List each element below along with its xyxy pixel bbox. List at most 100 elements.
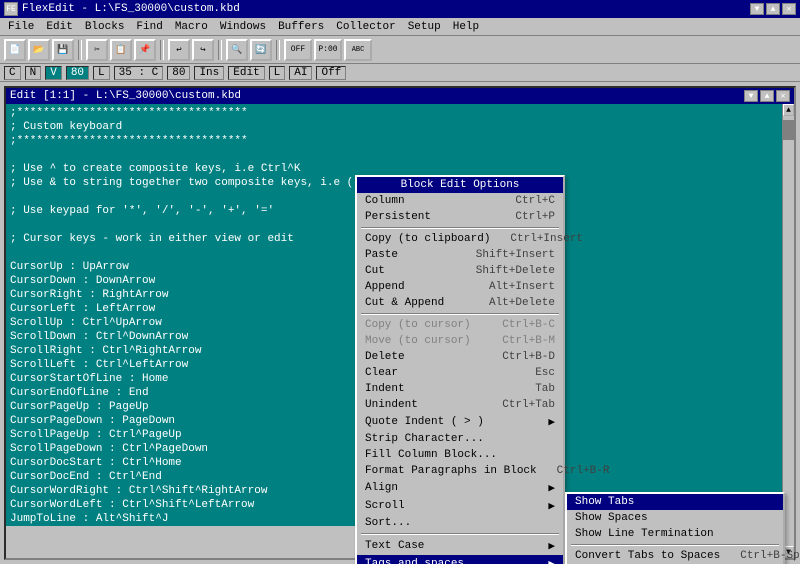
- editor-close[interactable]: ✕: [776, 90, 790, 102]
- status-v: V: [45, 66, 62, 80]
- menu-buffers[interactable]: Buffers: [272, 20, 330, 34]
- menu-tags-spaces-label: Tags and spaces: [365, 558, 464, 564]
- maximize-button[interactable]: ▲: [766, 3, 780, 15]
- toolbar-cut[interactable]: ✂: [86, 39, 108, 61]
- toolbar-new[interactable]: 📄: [4, 39, 26, 61]
- menu-edit[interactable]: Edit: [40, 20, 78, 34]
- toolbar-undo[interactable]: ↩: [168, 39, 190, 61]
- menu-format-paragraphs-label: Format Paragraphs in Block: [365, 465, 537, 477]
- editor-title-buttons: ▼ ▲ ✕: [744, 90, 790, 102]
- menu-sort[interactable]: Sort...: [357, 515, 563, 531]
- toolbar-open[interactable]: 📂: [28, 39, 50, 61]
- editor-minimize[interactable]: ▼: [744, 90, 758, 102]
- app-icon: FE: [4, 2, 18, 16]
- title-bar: FE FlexEdit - L:\FS_30000\custom.kbd ▼ ▲…: [0, 0, 800, 18]
- toolbar-sep2: [160, 40, 164, 60]
- sep2: [361, 313, 559, 315]
- scroll-arrow: ▶: [548, 499, 555, 513]
- menu-column-shortcut: Ctrl+C: [515, 195, 555, 207]
- menu-convert-tabs-spaces[interactable]: Convert Tabs to Spaces Ctrl+B-Space: [567, 548, 783, 564]
- minimize-button[interactable]: ▼: [750, 3, 764, 15]
- block-edit-menu-title: Block Edit Options: [357, 177, 563, 193]
- menu-collector[interactable]: Collector: [330, 20, 401, 34]
- menu-align[interactable]: Align ▶: [357, 479, 563, 497]
- menu-persistent[interactable]: Persistent Ctrl+P: [357, 209, 563, 225]
- toolbar-copy[interactable]: 📋: [110, 39, 132, 61]
- menu-windows[interactable]: Windows: [214, 20, 272, 34]
- menu-show-line-termination-label: Show Line Termination: [575, 528, 714, 540]
- editor-title-text: Edit [1:1] - L:\FS_30000\custom.kbd: [10, 90, 241, 102]
- menu-clear-shortcut: Esc: [535, 367, 555, 379]
- menu-cut[interactable]: Cut Shift+Delete: [357, 263, 563, 279]
- toolbar-paste[interactable]: 📌: [134, 39, 156, 61]
- menu-cut-append[interactable]: Cut & Append Alt+Delete: [357, 295, 563, 311]
- editor-line: ; Use ^ to create composite keys, i.e Ct…: [10, 162, 768, 176]
- toolbar-b3[interactable]: ABC: [344, 39, 372, 61]
- menu-clear-label: Clear: [365, 367, 398, 379]
- menu-paste[interactable]: Paste Shift+Insert: [357, 247, 563, 263]
- toolbar-redo[interactable]: ↪: [192, 39, 214, 61]
- toolbar-replace[interactable]: 🔄: [250, 39, 272, 61]
- menu-clear[interactable]: Clear Esc: [357, 365, 563, 381]
- app-window: FE FlexEdit - L:\FS_30000\custom.kbd ▼ ▲…: [0, 0, 800, 564]
- toolbar-b1[interactable]: OFF: [284, 39, 312, 61]
- menu-persistent-label: Persistent: [365, 211, 431, 223]
- menu-help[interactable]: Help: [447, 20, 485, 34]
- menu-tags-spaces[interactable]: Tags and spaces ▶: [357, 555, 563, 564]
- tags-sep1: [571, 544, 779, 546]
- menu-copy-cursor-shortcut: Ctrl+B-C: [502, 319, 555, 331]
- menu-copy-cursor-label: Copy (to cursor): [365, 319, 471, 331]
- menu-copy-cursor[interactable]: Copy (to cursor) Ctrl+B-C: [357, 317, 563, 333]
- menu-move-cursor[interactable]: Move (to cursor) Ctrl+B-M: [357, 333, 563, 349]
- context-menu-overlay: Block Edit Options Column Ctrl+C Persist…: [355, 175, 785, 564]
- menu-show-tabs[interactable]: Show Tabs: [567, 494, 783, 510]
- menu-unindent[interactable]: Unindent Ctrl+Tab: [357, 397, 563, 413]
- menu-copy-clipboard-label: Copy (to clipboard): [365, 233, 490, 245]
- tags-spaces-arrow: ▶: [548, 557, 555, 564]
- menu-copy-clipboard[interactable]: Copy (to clipboard) Ctrl+Insert: [357, 231, 563, 247]
- menu-find[interactable]: Find: [130, 20, 168, 34]
- status-l2: L: [269, 66, 286, 80]
- menu-text-case-label: Text Case: [365, 540, 424, 552]
- scroll-up[interactable]: ▲: [783, 104, 794, 116]
- menu-text-case[interactable]: Text Case ▶: [357, 537, 563, 555]
- menu-file[interactable]: File: [2, 20, 40, 34]
- menu-show-spaces[interactable]: Show Spaces: [567, 510, 783, 526]
- menu-delete-label: Delete: [365, 351, 405, 363]
- editor-maximize[interactable]: ▲: [760, 90, 774, 102]
- menu-bar: File Edit Blocks Find Macro Windows Buff…: [0, 18, 800, 36]
- menu-show-line-termination[interactable]: Show Line Termination: [567, 526, 783, 542]
- menu-format-paragraphs[interactable]: Format Paragraphs in Block Ctrl+B-R: [357, 463, 563, 479]
- menu-append-label: Append: [365, 281, 405, 293]
- menu-convert-tabs-spaces-label: Convert Tabs to Spaces: [575, 550, 720, 562]
- toolbar-sep3: [218, 40, 222, 60]
- menu-column-label: Column: [365, 195, 405, 207]
- menu-setup[interactable]: Setup: [402, 20, 447, 34]
- menu-delete[interactable]: Delete Ctrl+B-D: [357, 349, 563, 365]
- close-button[interactable]: ✕: [782, 3, 796, 15]
- tags-spaces-menu: Show Tabs Show Spaces Show Line Terminat…: [565, 492, 785, 564]
- menu-show-spaces-label: Show Spaces: [575, 512, 648, 524]
- menu-column[interactable]: Column Ctrl+C: [357, 193, 563, 209]
- status-col: 80: [167, 66, 190, 80]
- menu-blocks[interactable]: Blocks: [79, 20, 131, 34]
- toolbar-b2[interactable]: P:00: [314, 39, 342, 61]
- toolbar-sep4: [276, 40, 280, 60]
- menu-scroll[interactable]: Scroll ▶: [357, 497, 563, 515]
- menu-strip-char[interactable]: Strip Character...: [357, 431, 563, 447]
- menu-indent[interactable]: Indent Tab: [357, 381, 563, 397]
- title-bar-left: FE FlexEdit - L:\FS_30000\custom.kbd: [4, 2, 240, 16]
- menu-quote-indent[interactable]: Quote Indent ( > ) ▶: [357, 413, 563, 431]
- menu-macro[interactable]: Macro: [169, 20, 214, 34]
- toolbar-find[interactable]: 🔍: [226, 39, 248, 61]
- status-ai: AI: [289, 66, 312, 80]
- toolbar-save[interactable]: 💾: [52, 39, 74, 61]
- menu-fill-column[interactable]: Fill Column Block...: [357, 447, 563, 463]
- menu-cut-shortcut: Shift+Delete: [476, 265, 555, 277]
- menu-paste-shortcut: Shift+Insert: [476, 249, 555, 261]
- menu-scroll-label: Scroll: [365, 500, 405, 512]
- scroll-thumb[interactable]: [783, 120, 794, 140]
- status-off: Off: [316, 66, 346, 80]
- menu-append[interactable]: Append Alt+Insert: [357, 279, 563, 295]
- menu-indent-shortcut: Tab: [535, 383, 555, 395]
